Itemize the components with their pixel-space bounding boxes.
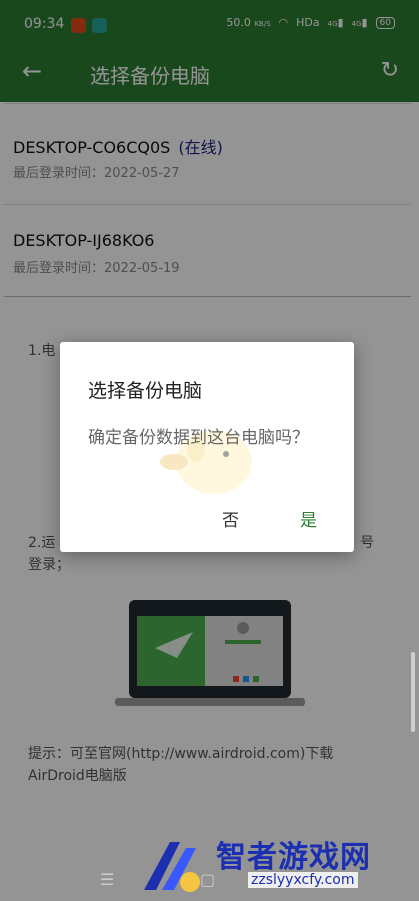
menu-icon[interactable]: ☰ bbox=[100, 870, 114, 889]
confirm-button[interactable]: 是 bbox=[300, 506, 317, 531]
watermark: 智者游戏网 zzslyyxcfy.com bbox=[140, 832, 415, 898]
watermark-text: 智者游戏网 bbox=[216, 840, 371, 875]
scrollbar[interactable] bbox=[411, 652, 415, 732]
dialog-message: 确定备份数据到这台电脑吗？ bbox=[88, 428, 309, 448]
watermark-url: zzslyyxcfy.com bbox=[248, 872, 358, 888]
dialog-title: 选择备份电脑 bbox=[88, 380, 203, 402]
confirm-dialog: 选择备份电脑 确定备份数据到这台电脑吗？ 否 是 bbox=[60, 342, 354, 552]
cancel-button[interactable]: 否 bbox=[222, 506, 239, 531]
watermark-logo-icon bbox=[144, 842, 200, 892]
